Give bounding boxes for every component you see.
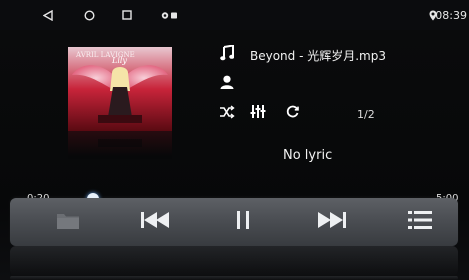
- recents-square-icon[interactable]: [120, 8, 134, 22]
- title-row: Beyond - 光辉岁月.mp3: [220, 44, 386, 65]
- track-title: Beyond - 光辉岁月.mp3: [250, 48, 386, 63]
- repeat-icon: [285, 104, 300, 123]
- bottom-bar-reflection: [10, 246, 458, 276]
- bottom-control-bar: [10, 198, 458, 246]
- music-note-icon: [220, 44, 235, 65]
- previous-icon: [140, 211, 170, 233]
- pause-icon: [236, 210, 250, 234]
- pause-button[interactable]: [223, 198, 263, 246]
- playlist-icon: [407, 210, 433, 234]
- home-circle-icon[interactable]: [82, 8, 96, 22]
- track-count: 1/2: [357, 108, 375, 121]
- playlist-button[interactable]: [400, 198, 440, 246]
- shuffle-button[interactable]: [219, 104, 235, 123]
- svg-text:Lily: Lily: [111, 56, 127, 65]
- folder-button[interactable]: [48, 198, 88, 246]
- folder-icon: [56, 211, 80, 234]
- shuffle-icon: [219, 104, 235, 123]
- status-bar: 08:39: [0, 0, 469, 30]
- artist-row: [220, 74, 250, 93]
- notification-icon: [161, 8, 179, 22]
- status-time: 08:39: [435, 9, 467, 22]
- equalizer-button[interactable]: [250, 104, 266, 123]
- previous-button[interactable]: [135, 198, 175, 246]
- repeat-button[interactable]: [285, 104, 300, 123]
- album-art: AVRIL LAVIGNE Lily: [68, 47, 172, 131]
- next-icon: [317, 211, 347, 233]
- next-button[interactable]: [312, 198, 352, 246]
- lyric-text: No lyric: [283, 148, 333, 163]
- artist-person-icon: [220, 74, 234, 93]
- equalizer-icon: [250, 104, 266, 123]
- back-triangle-icon[interactable]: [41, 8, 55, 22]
